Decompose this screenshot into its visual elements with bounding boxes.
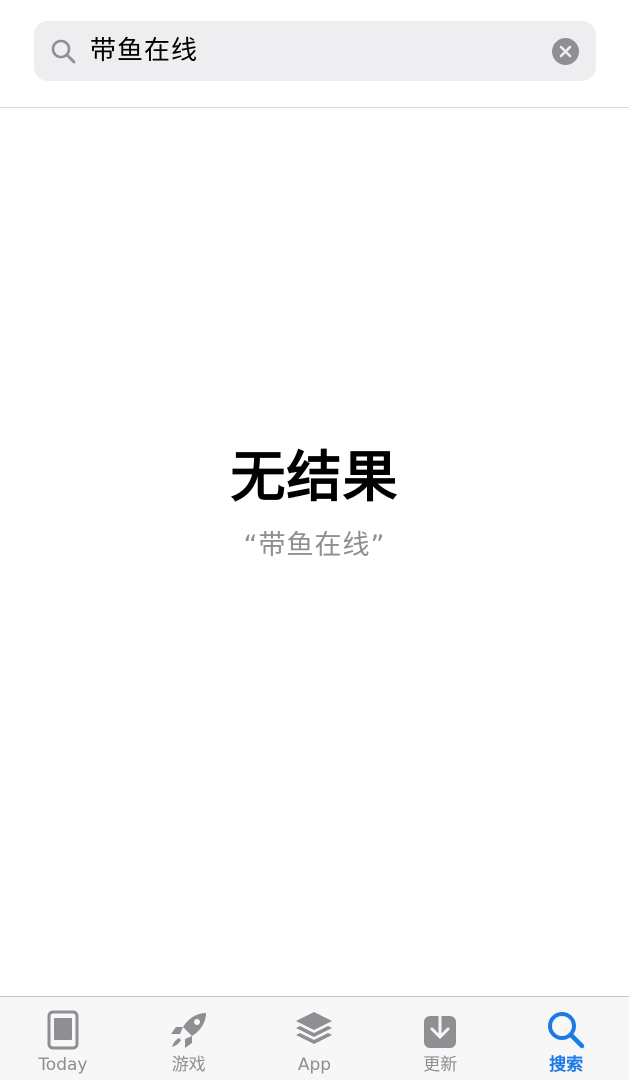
download-icon <box>424 1010 457 1048</box>
no-results-query: “带鱼在线” <box>243 530 386 561</box>
tab-label: 搜索 <box>549 1055 584 1075</box>
tab-bar: Today 游戏 App 更新 搜索 <box>0 996 629 1080</box>
search-bar[interactable]: 带鱼在线 <box>34 21 596 81</box>
tab-label: Today <box>38 1055 88 1075</box>
search-icon <box>548 1012 585 1049</box>
search-input[interactable]: 带鱼在线 <box>90 32 198 70</box>
close-icon <box>559 45 572 58</box>
tab-apps[interactable]: App <box>252 997 378 1080</box>
tab-label: App <box>297 1055 332 1075</box>
clear-search-button[interactable] <box>552 38 579 65</box>
today-icon <box>47 1010 79 1050</box>
tab-updates[interactable]: 更新 <box>377 997 503 1080</box>
search-icon <box>51 39 76 64</box>
tab-today[interactable]: Today <box>0 997 126 1080</box>
layers-icon <box>296 1012 333 1044</box>
tab-label: 更新 <box>423 1055 458 1075</box>
tab-games[interactable]: 游戏 <box>126 997 252 1080</box>
tab-label: 游戏 <box>171 1055 206 1075</box>
tab-search[interactable]: 搜索 <box>503 997 629 1080</box>
no-results-title: 无结果 <box>230 445 399 509</box>
rocket-icon <box>170 1013 206 1048</box>
search-header: 带鱼在线 <box>0 0 629 108</box>
app-store-search-screen: 带鱼在线 无结果 “带鱼在线” Today 游戏 App 更新 搜索 <box>0 0 629 1080</box>
